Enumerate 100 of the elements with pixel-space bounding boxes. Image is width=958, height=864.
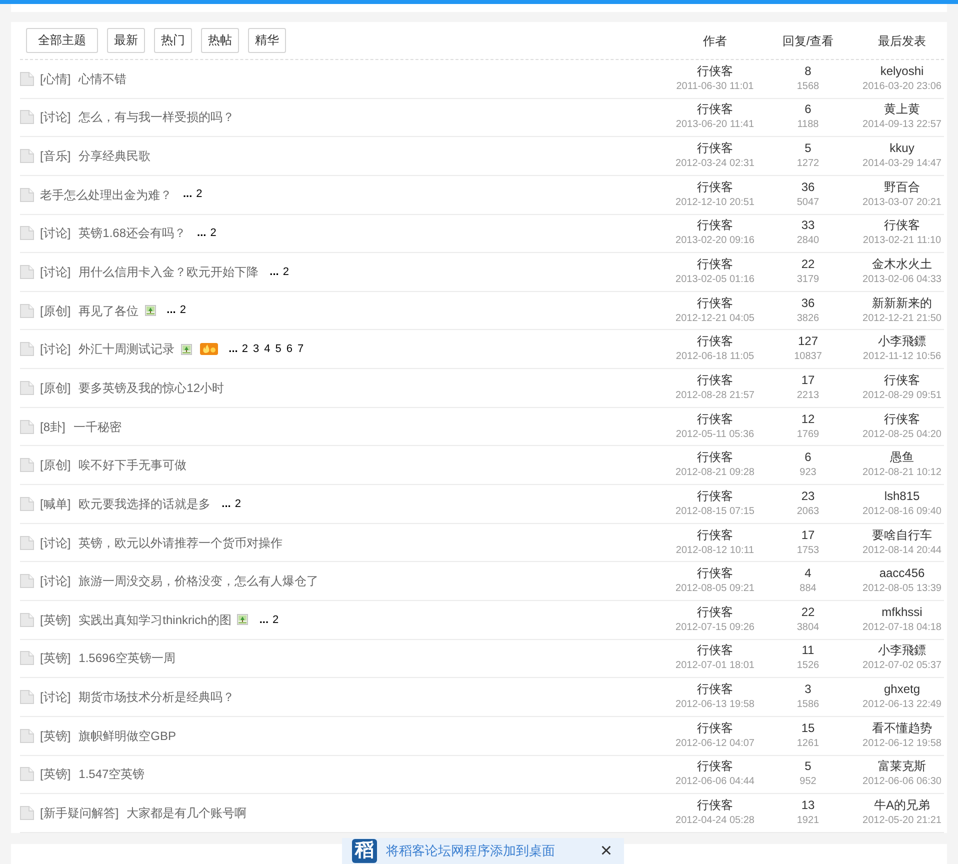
author-link[interactable]: 行侠客 [697,681,733,698]
thread-title-link[interactable]: 实践出真知学习thinkrich的图 [78,610,232,629]
category-link[interactable]: [喊单] [40,494,71,513]
thread-title-link[interactable]: 老手怎么处理出金为难？ [40,186,172,204]
category-link[interactable]: [英镑] [40,610,71,629]
thread-title-link[interactable]: 期货市场技术分析是经典吗？ [78,688,235,706]
thread-title-link[interactable]: 怎么，有与我一样受损的吗？ [78,108,235,126]
last-poster-link[interactable]: 愚鱼 [890,449,914,466]
last-poster-link[interactable]: 金木水火土 [872,256,932,272]
author-link[interactable]: 行侠客 [697,604,733,620]
last-poster-link[interactable]: 新新新来的 [872,294,932,311]
last-post-time: 2012-08-05 13:39 [862,582,942,596]
category-link[interactable]: [讨论] [40,263,71,282]
last-poster-link[interactable]: 小李飛鏢 [878,333,926,350]
last-poster-link[interactable]: 小李飛鏢 [878,642,926,658]
filter-button[interactable]: 全部主题 [26,28,98,53]
page-link[interactable]: 2 [195,186,204,203]
page-link[interactable]: 5 [274,341,282,358]
author-link[interactable]: 行侠客 [697,720,733,736]
author-link[interactable]: 行侠客 [697,217,733,234]
category-link[interactable]: [心情] [40,70,71,88]
page-link[interactable]: 2 [178,302,187,319]
thread-title-link[interactable]: 旗帜鲜明做空GBP [78,726,176,745]
page-link[interactable]: 2 [209,225,218,242]
category-link[interactable]: [英镑] [40,765,71,784]
page-link[interactable]: 2 [272,612,280,628]
thread-title-link[interactable]: 唉不好下手无事可做 [78,456,187,474]
last-poster-link[interactable]: kkuy [890,140,914,156]
post-date: 2012-06-13 19:58 [676,698,754,712]
category-link[interactable]: [原创] [40,378,71,397]
thread-title-link[interactable]: 心情不错 [78,70,127,88]
thread-title-link[interactable]: 英镑，欧元以外请推荐一个货币对操作 [78,534,283,552]
category-link[interactable]: [原创] [40,302,71,320]
thread-title-link[interactable]: 一千秘密 [73,418,122,436]
close-button[interactable]: × [600,841,612,861]
filter-button[interactable]: 精华 [248,28,286,53]
thread-title-link[interactable]: 分享经典民歌 [78,147,151,166]
category-link[interactable]: [讨论] [40,534,71,552]
category-link[interactable]: [讨论] [40,224,71,242]
filter-button[interactable]: 最新 [107,28,145,53]
category-link[interactable]: [原创] [40,456,71,474]
last-poster-link[interactable]: 行侠客 [884,372,920,388]
last-poster-link[interactable]: 富莱克斯 [878,758,926,774]
category-link[interactable]: [8卦] [40,418,66,436]
page-link[interactable]: 2 [240,341,249,358]
author-link[interactable]: 行侠客 [697,758,733,774]
filter-button[interactable]: 热帖 [201,28,239,53]
author-link[interactable]: 行侠客 [697,796,733,813]
category-link[interactable]: [音乐] [40,147,71,166]
category-link[interactable]: [讨论] [40,340,71,358]
thread-title-link[interactable]: 用什么信用卡入金？欧元开始下降 [78,263,259,282]
page-link[interactable]: 2 [282,264,290,280]
thread-title-link[interactable]: 旅游一周没交易，价格没变，怎么有人爆仓了 [78,572,319,590]
last-poster-link[interactable]: 黄上黄 [884,101,920,118]
author-link[interactable]: 行侠客 [697,565,733,582]
last-poster-link[interactable]: aacc456 [879,565,925,582]
author-link[interactable]: 行侠客 [697,488,733,504]
thread-title-link[interactable]: 再见了各位 [78,302,139,320]
page-link[interactable]: 3 [252,341,260,358]
thread-title-link[interactable]: 欧元要我选择的话就是多 [78,494,211,513]
category-link[interactable]: [英镑] [40,726,71,745]
filter-button[interactable]: 热门 [154,28,192,53]
last-poster-link[interactable]: 行侠客 [884,217,920,234]
thread-title-link[interactable]: 1.547空英镑 [78,765,145,784]
last-poster-link[interactable]: 要啥自行车 [872,526,932,542]
last-poster-link[interactable]: ghxetg [884,681,920,698]
add-to-desktop-link[interactable]: 将稻客论坛网程序添加到桌面 [386,841,555,861]
page-link[interactable]: 7 [296,341,305,358]
last-poster-link[interactable]: 看不懂趋势 [872,720,932,736]
category-link[interactable]: [讨论] [40,688,71,706]
author-link[interactable]: 行侠客 [697,140,733,156]
author-link[interactable]: 行侠客 [697,256,733,272]
last-poster-link[interactable]: 牛A的兄弟 [874,796,930,813]
category-link[interactable]: [新手疑问解答] [40,804,119,822]
category-link[interactable]: [讨论] [40,108,71,126]
last-poster-link[interactable]: lsh815 [884,488,920,504]
category-link[interactable]: [英镑] [40,649,71,668]
author-link[interactable]: 行侠客 [697,526,733,542]
category-link[interactable]: [讨论] [40,572,71,590]
author-link[interactable]: 行侠客 [697,333,733,350]
author-link[interactable]: 行侠客 [697,642,733,658]
last-poster-link[interactable]: kelyoshi [880,62,924,79]
thread-title-link[interactable]: 英镑1.68还会有吗？ [78,224,186,242]
page-link[interactable]: 2 [234,496,242,512]
thread-title-link[interactable]: 1.5696空英镑一周 [78,649,176,668]
author-link[interactable]: 行侠客 [697,178,733,195]
author-link[interactable]: 行侠客 [697,101,733,118]
thread-title-link[interactable]: 大家都是有几个账号啊 [126,804,247,822]
author-link[interactable]: 行侠客 [697,410,733,427]
author-link[interactable]: 行侠客 [697,449,733,466]
page-link[interactable]: 4 [263,341,272,358]
page-link[interactable]: 6 [285,341,294,358]
last-poster-link[interactable]: mfkhssi [882,604,922,620]
author-link[interactable]: 行侠客 [697,372,733,388]
author-link[interactable]: 行侠客 [697,294,733,311]
last-poster-link[interactable]: 行侠客 [884,410,920,427]
thread-title-link[interactable]: 外汇十周测试记录 [78,340,175,358]
thread-title-link[interactable]: 要多英镑及我的惊心12小时 [78,378,224,397]
last-poster-link[interactable]: 野百合 [884,178,920,195]
author-link[interactable]: 行侠客 [697,62,733,79]
